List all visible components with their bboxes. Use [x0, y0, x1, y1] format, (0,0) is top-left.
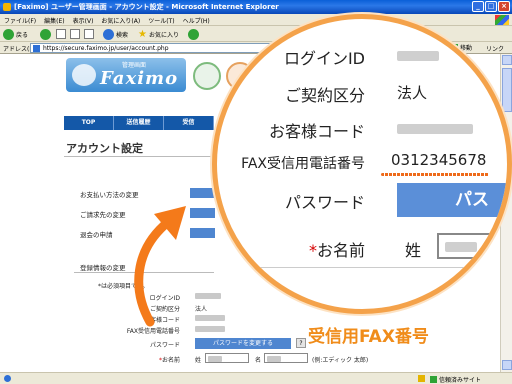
lock-icon	[418, 375, 425, 382]
callout-arrow-icon	[134, 206, 186, 327]
trusted-zone-icon	[430, 376, 437, 383]
callout-label: 受信用FAX番号	[308, 327, 429, 347]
statusbar: 信頼済みサイト	[0, 372, 512, 384]
page-done-icon	[4, 375, 11, 382]
zone-indicator: 信頼済みサイト	[430, 375, 481, 384]
zone-label: 信頼済みサイト	[439, 377, 482, 384]
